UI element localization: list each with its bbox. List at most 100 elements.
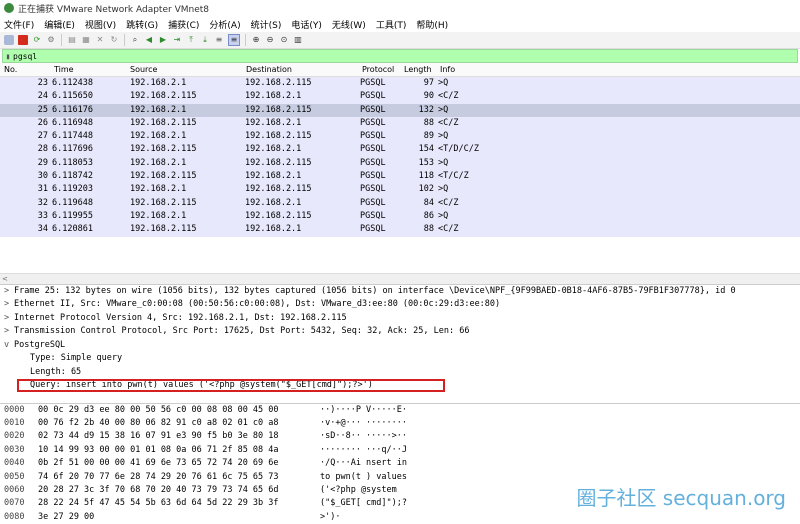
hex-row[interactable]: 0040 0b 2f 51 00 00 00 41 69 6e 73 65 72 … [0,457,800,470]
open-file-icon[interactable]: ▤ [67,35,77,45]
expand-arrow-icon[interactable]: > [4,325,14,339]
column-header-destination[interactable]: Destination [246,65,292,74]
cell-destination: 192.168.2.115 [245,131,312,142]
column-header-time[interactable]: Time [54,65,74,74]
cell-no: 24 [37,91,48,102]
expand-arrow-icon[interactable]: > [4,298,14,312]
packet-row[interactable]: 29 6.118053 192.168.2.1 192.168.2.115 PGSQL 1… [0,156,800,171]
hex-offset: 0070 [4,498,25,509]
menu-capture[interactable]: 捕获(C) [168,18,199,31]
cell-length: 118 [418,171,434,182]
cell-info: <C/Z [438,117,459,128]
packet-row[interactable]: 24 6.115650 192.168.2.115 192.168.2.1 PGSQL 9… [0,90,800,104]
packet-list: 23 6.112438 192.168.2.1 192.168.2.115 PGSQL 9… [0,77,800,237]
cell-destination: 192.168.2.115 [245,157,312,168]
packet-row[interactable]: 31 6.119203 192.168.2.1 192.168.2.115 PGSQL 1… [0,183,800,197]
go-to-packet-icon[interactable]: ⇥ [172,35,182,45]
go-forward-icon[interactable]: ▶ [158,35,168,45]
cell-info: >Q [438,78,449,88]
cell-no: 31 [37,184,48,195]
go-last-icon[interactable]: ⤓ [200,35,210,45]
menu-telephony[interactable]: 电话(Y) [291,18,322,31]
menu-edit[interactable]: 编辑(E) [44,18,75,31]
hex-row[interactable]: 0080 3e 27 29 00 >')· [0,511,800,524]
packet-row[interactable]: 25 6.116176 192.168.2.1 192.168.2.115 PGSQL 1… [0,103,800,117]
hex-row[interactable]: 0000 00 0c 29 d3 ee 80 00 50 56 c0 00 08 … [0,404,800,417]
shark-fin-start-icon[interactable] [4,35,14,45]
stop-capture-icon[interactable] [18,35,28,45]
packet-row[interactable]: 28 6.117696 192.168.2.115 192.168.2.1 PGSQL 1… [0,143,800,157]
hex-row[interactable]: 0030 10 14 99 93 00 00 01 01 08 0a 06 71 … [0,444,800,457]
expand-arrow-icon[interactable]: > [4,312,14,326]
menu-analyze[interactable]: 分析(A) [209,18,240,31]
column-header-protocol[interactable]: Protocol [362,65,394,74]
cell-info: <T/D/C/Z [438,144,479,155]
packet-row[interactable]: 33 6.119955 192.168.2.1 192.168.2.115 PGSQL 8… [0,209,800,224]
find-packet-icon[interactable]: ⌕ [130,35,140,45]
packet-row[interactable]: 30 6.118742 192.168.2.115 192.168.2.1 PGSQL 1… [0,170,800,184]
cell-source: 192.168.2.115 [130,91,197,102]
column-header-info[interactable]: Info [440,65,455,74]
resize-columns-icon[interactable]: ▥ [293,35,303,45]
cell-source: 192.168.2.115 [130,117,197,128]
horizontal-scrollbar[interactable]: < [0,272,800,285]
tree-tcp[interactable]: > Transmission Control Protocol, Src Port… [0,325,800,339]
hex-row[interactable]: 0020 02 73 44 d9 15 38 16 07 91 e3 90 f5 … [0,430,800,443]
hex-ascii: ·sD··8·· ·····>·· [320,431,407,442]
hex-ascii: ·/Q···Ai nsert in [320,458,407,469]
cell-time: 6.119203 [52,184,93,195]
cell-protocol: PGSQL [360,131,386,142]
menu-wireless[interactable]: 无线(W) [332,18,366,31]
go-first-icon[interactable]: ⤒ [186,35,196,45]
zoom-reset-icon[interactable]: ⊙ [279,35,289,45]
colorize-icon[interactable]: ≡ [228,34,240,46]
hex-ascii: ("$_GET[ cmd]");? [320,498,407,509]
zoom-out-icon[interactable]: ⊖ [265,35,275,45]
menu-tools[interactable]: 工具(T) [376,18,407,31]
save-file-icon[interactable]: ▦ [81,35,91,45]
filter-bookmark-icon[interactable]: ▮ [3,52,13,61]
cell-time: 6.115650 [52,91,93,102]
hex-row[interactable]: 0010 00 76 f2 2b 40 00 80 06 82 91 c0 a8 … [0,417,800,430]
cell-destination: 192.168.2.1 [245,197,302,208]
cell-source: 192.168.2.1 [130,184,187,195]
column-header-no[interactable]: No. [4,65,17,74]
cell-info: <T/C/Z [438,171,469,182]
menu-view[interactable]: 视图(V) [85,18,116,31]
tree-pgsql-type[interactable]: Type: Simple query [0,352,800,366]
packet-row[interactable]: 32 6.119648 192.168.2.115 192.168.2.1 PGSQL 8… [0,196,800,210]
tree-ethernet[interactable]: > Ethernet II, Src: VMware_c0:00:08 (00:5… [0,298,800,312]
expand-arrow-icon[interactable]: > [4,285,14,299]
cell-length: 89 [423,131,434,142]
zoom-in-icon[interactable]: ⊕ [251,35,261,45]
restart-capture-icon[interactable]: ⟳ [32,35,42,45]
cell-time: 6.118053 [52,157,93,168]
column-header-length[interactable]: Length [404,65,432,74]
cell-no: 25 [37,104,48,115]
tree-pgsql-length[interactable]: Length: 65 [0,366,800,380]
go-back-icon[interactable]: ◀ [144,35,154,45]
reload-file-icon[interactable]: ↻ [109,35,119,45]
cell-destination: 192.168.2.1 [245,171,302,182]
menu-file[interactable]: 文件(F) [4,18,34,31]
menu-help[interactable]: 帮助(H) [416,18,448,31]
capture-options-icon[interactable]: ⚙ [46,35,56,45]
cell-source: 192.168.2.1 [130,157,187,168]
menu-statistics[interactable]: 统计(S) [251,18,282,31]
menu-go[interactable]: 跳转(G) [126,18,158,31]
display-filter-input[interactable] [13,50,773,62]
packet-row[interactable]: 23 6.112438 192.168.2.1 192.168.2.115 PGSQL 9… [0,77,800,91]
column-header-source[interactable]: Source [130,65,157,74]
tree-frame[interactable]: > Frame 25: 132 bytes on wire (1056 bits)… [0,285,800,299]
cell-destination: 192.168.2.115 [245,210,312,221]
collapse-arrow-icon[interactable]: v [4,339,14,353]
autoscroll-icon[interactable]: ≡ [214,35,224,45]
cell-length: 132 [418,104,434,115]
tree-ip[interactable]: > Internet Protocol Version 4, Src: 192.1… [0,312,800,326]
tree-pgsql[interactable]: v PostgreSQL [0,339,800,353]
hex-bytes: 00 76 f2 2b 40 00 80 06 82 91 c0 a8 02 0… [38,417,279,428]
packet-row[interactable]: 27 6.117448 192.168.2.1 192.168.2.115 PGSQL 8… [0,130,800,144]
close-file-icon[interactable]: ✕ [95,35,105,45]
packet-row[interactable]: 26 6.116948 192.168.2.115 192.168.2.1 PGSQL 8… [0,116,800,131]
packet-row[interactable]: 34 6.120861 192.168.2.115 192.168.2.1 PGSQL 8… [0,223,800,237]
